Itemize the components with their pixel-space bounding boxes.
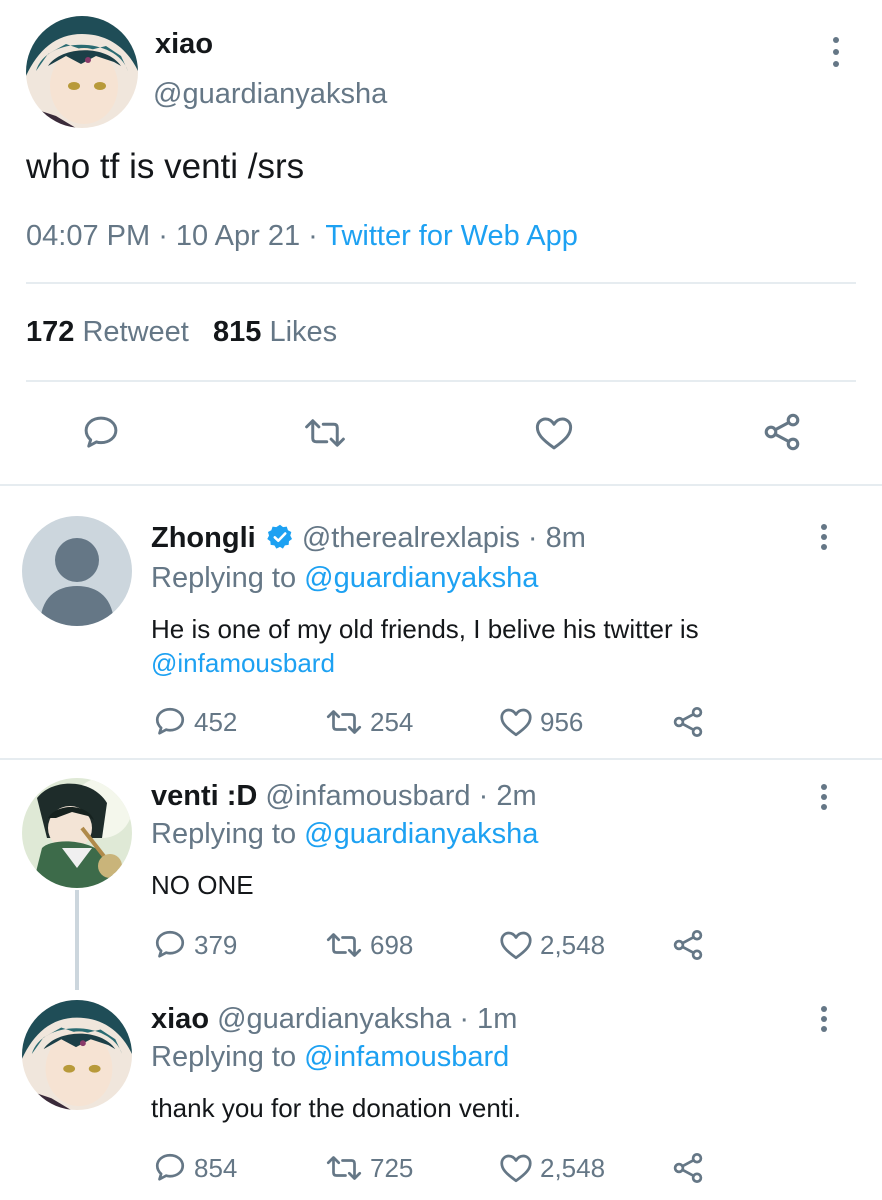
reply-action[interactable]: 854 — [152, 1150, 237, 1186]
like-count: 2,548 — [540, 1152, 606, 1183]
like-icon[interactable] — [532, 412, 576, 454]
mention-link[interactable]: @infamousbard — [151, 646, 699, 680]
reply-icon[interactable] — [80, 412, 122, 454]
reply-count: 379 — [194, 929, 238, 960]
reply-header: venti :D @infamousbard · 2m — [151, 780, 537, 813]
thread-line — [75, 890, 79, 990]
reply-handle-time[interactable]: @therealrexlapis · 8m — [302, 522, 586, 554]
reply-action[interactable]: 379 — [152, 927, 237, 963]
retweet-count: 725 — [370, 1152, 414, 1183]
reply-author-name[interactable]: xiao — [151, 1003, 209, 1035]
like-icon — [500, 708, 532, 737]
retweet-icon — [326, 933, 362, 957]
more-icon — [821, 1006, 827, 1012]
reply-text: thank you for the donation venti. — [151, 1093, 522, 1123]
retweet-icon — [326, 1156, 362, 1180]
like-icon — [500, 1154, 532, 1183]
like-action[interactable]: 2,548 — [498, 1150, 605, 1186]
meta-separator: · — [150, 220, 176, 252]
reply-icon — [155, 707, 185, 735]
reply-avatar[interactable] — [22, 1000, 132, 1110]
reply-avatar[interactable] — [22, 778, 132, 888]
more-options-button[interactable] — [814, 1006, 834, 1040]
share-icon[interactable] — [760, 410, 804, 454]
more-icon — [821, 784, 827, 790]
author-avatar[interactable] — [26, 16, 138, 128]
reply-text: NO ONE — [151, 870, 254, 900]
share-icon[interactable] — [670, 1150, 706, 1186]
reply-handle-time[interactable]: @infamousbard · 2m — [265, 780, 536, 812]
reply-icon — [155, 1153, 185, 1181]
replying-to: Replying to @guardianyaksha — [151, 818, 538, 851]
author-handle[interactable]: @guardianyaksha — [153, 78, 387, 111]
divider — [0, 758, 882, 760]
like-count: 2,548 — [540, 929, 606, 960]
retweet-count: 698 — [370, 929, 414, 960]
replying-to-link[interactable]: @guardianyaksha — [304, 562, 538, 594]
retweet-action[interactable]: 725 — [324, 1150, 413, 1186]
replying-to: Replying to @infamousbard — [151, 1041, 509, 1074]
divider — [26, 282, 856, 284]
tweet-source-link[interactable]: Twitter for Web App — [325, 220, 578, 252]
retweet-count[interactable]: 172 — [26, 316, 74, 348]
reply-header: Zhongli @therealrexlapis · 8m — [151, 522, 586, 555]
like-icon — [500, 931, 532, 960]
tweet-date: 10 Apr 21 — [175, 220, 301, 252]
retweet-label[interactable]: Retweet — [82, 316, 188, 348]
reply-avatar[interactable] — [22, 516, 132, 626]
more-icon — [833, 37, 839, 43]
more-options-button[interactable] — [814, 784, 834, 818]
share-icon[interactable] — [670, 927, 706, 963]
share-icon[interactable] — [670, 704, 706, 740]
tweet-meta: 04:07 PM · 10 Apr 21 · Twitter for Web A… — [26, 220, 578, 253]
replying-label: Replying to — [151, 562, 297, 594]
verified-icon — [267, 524, 292, 549]
likes-label[interactable]: Likes — [269, 316, 337, 348]
reply-author-name[interactable]: venti :D — [151, 780, 257, 812]
reply-text: He is one of my old friends, I belive hi… — [151, 612, 699, 680]
like-count: 956 — [540, 706, 584, 737]
replying-label: Replying to — [151, 1041, 297, 1073]
likes-count[interactable]: 815 — [213, 316, 261, 348]
retweet-icon — [326, 710, 362, 734]
retweet-count: 254 — [370, 706, 414, 737]
tweet-text: who tf is venti /srs — [26, 147, 305, 186]
meta-separator: · — [300, 220, 326, 252]
divider — [0, 484, 882, 486]
reply-count: 452 — [194, 706, 238, 737]
replying-to-link[interactable]: @guardianyaksha — [304, 818, 538, 850]
reply-count: 854 — [194, 1152, 238, 1183]
retweet-action[interactable]: 254 — [324, 704, 413, 740]
more-icon — [821, 524, 827, 530]
retweet-action[interactable]: 698 — [324, 927, 413, 963]
reply-text-line: He is one of my old friends, I belive hi… — [151, 614, 699, 644]
reply-handle-time[interactable]: @guardianyaksha · 1m — [217, 1003, 517, 1035]
more-options-button[interactable] — [814, 524, 834, 558]
replying-label: Replying to — [151, 818, 297, 850]
divider — [26, 380, 856, 382]
replying-to-link[interactable]: @infamousbard — [304, 1041, 509, 1073]
tweet-time: 04:07 PM — [26, 220, 151, 252]
reply-icon — [155, 930, 185, 958]
retweet-icon[interactable] — [302, 412, 348, 454]
like-action[interactable]: 2,548 — [498, 927, 605, 963]
reply-header: xiao @guardianyaksha · 1m — [151, 1003, 517, 1036]
author-name[interactable]: xiao — [155, 28, 213, 61]
reply-action[interactable]: 452 — [152, 704, 237, 740]
replying-to: Replying to @guardianyaksha — [151, 562, 538, 595]
more-options-button[interactable] — [826, 35, 846, 69]
like-action[interactable]: 956 — [498, 704, 583, 740]
tweet-stats: 172 Retweet 815 Likes — [26, 316, 337, 349]
reply-author-name[interactable]: Zhongli — [151, 522, 256, 554]
